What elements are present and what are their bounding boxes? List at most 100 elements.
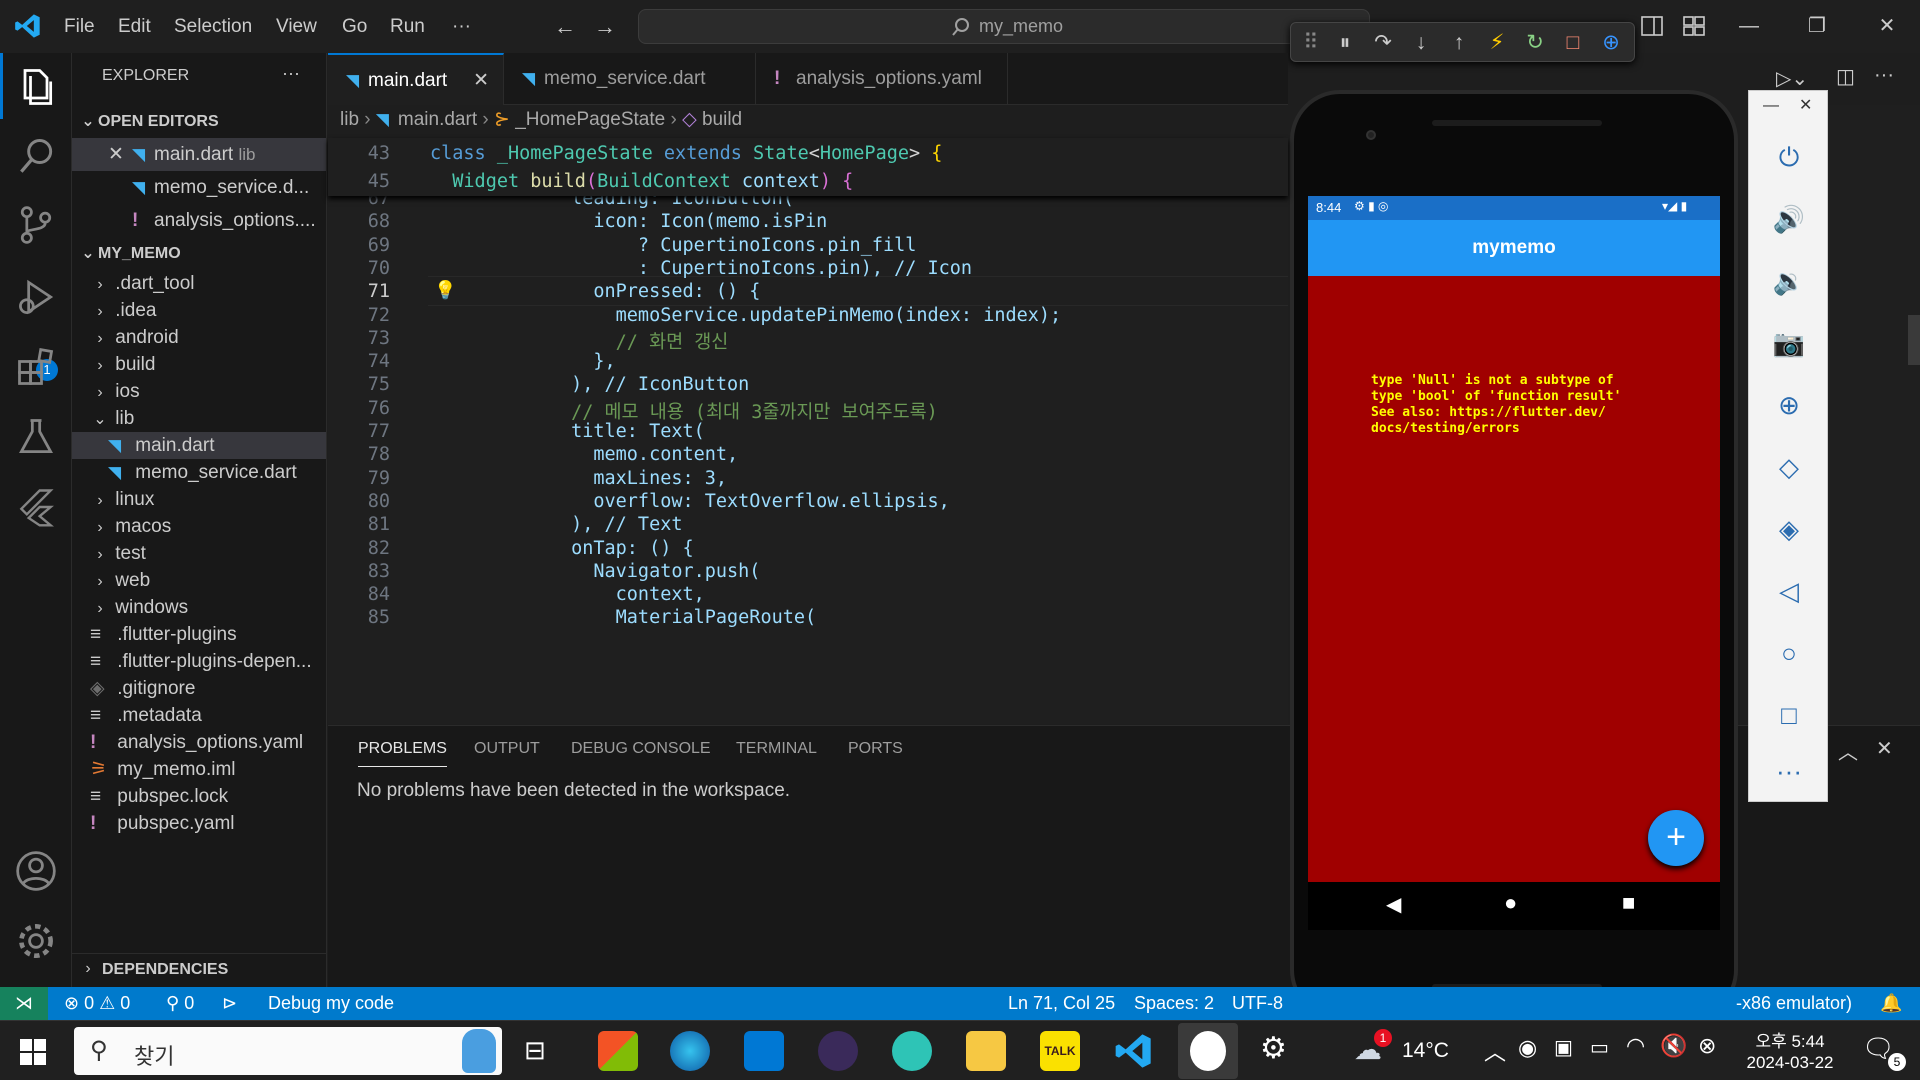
indentation[interactable]: Spaces: 2 [1134, 987, 1214, 1020]
lightbulb-icon[interactable]: 💡 [434, 280, 456, 301]
tray-device-icon[interactable]: ▣ [1554, 1035, 1573, 1060]
tab-main-dart[interactable]: ◥ main.dart ✕ [328, 53, 504, 105]
command-center-search[interactable]: my_memo [638, 9, 1370, 44]
emulator-taskbar-active[interactable] [1178, 1023, 1238, 1079]
tree-file[interactable]: ≡ .flutter-plugins-depen... [72, 648, 326, 675]
forward-arrow-icon[interactable]: → [594, 0, 616, 53]
show-hidden-icons[interactable]: ︿ [1484, 1035, 1506, 1067]
tray-record-icon[interactable]: ◉ [1518, 1035, 1537, 1061]
explorer-icon[interactable] [14, 65, 58, 109]
nav-recents-icon[interactable]: ■ [1622, 890, 1635, 916]
close-tab-icon[interactable]: ✕ [473, 55, 489, 107]
tree-folder[interactable]: › test [72, 540, 326, 567]
emulator-minimize-icon[interactable]: — [1763, 97, 1779, 115]
power-icon[interactable]: ⏻ [1769, 137, 1809, 177]
tab-debug-console[interactable]: DEBUG CONSOLE [571, 740, 711, 758]
account-icon[interactable] [14, 849, 58, 893]
step-into-icon[interactable]: ↓ [1407, 29, 1435, 57]
rotate-left-icon[interactable]: ◇ [1769, 447, 1809, 487]
open-editors-header[interactable]: ⌄ OPEN EDITORS [72, 105, 326, 138]
hot-reload-icon[interactable]: ⚡ [1483, 29, 1511, 57]
tab-memo-service[interactable]: ◥ memo_service.dart [504, 53, 756, 105]
tree-folder[interactable]: ⌄ lib [72, 405, 326, 432]
cursor-position[interactable]: Ln 71, Col 25 [1008, 987, 1115, 1020]
vscode-taskbar-icon[interactable] [1114, 1031, 1154, 1071]
tree-folder[interactable]: › linux [72, 486, 326, 513]
tab-analysis-options[interactable]: ! analysis_options.yaml [756, 53, 1008, 105]
app-icon[interactable] [892, 1031, 932, 1071]
tree-folder[interactable]: › macos [72, 513, 326, 540]
minimize-button[interactable]: — [1714, 0, 1784, 53]
volume-down-icon[interactable]: 🔉 [1769, 261, 1809, 301]
device-selector[interactable]: -x86 emulator) [1736, 987, 1852, 1020]
menu-view[interactable]: View [276, 0, 317, 53]
errors-indicator[interactable]: ⊗ 0 ⚠ 0 [64, 987, 130, 1020]
back-triangle-icon[interactable]: ◁ [1769, 571, 1809, 611]
tab-output[interactable]: OUTPUT [474, 740, 540, 758]
tree-folder[interactable]: › build [72, 351, 326, 378]
sticky-scroll[interactable]: 43 class _HomePageState extends State<Ho… [328, 138, 1288, 196]
run-debug-icon[interactable] [14, 275, 58, 319]
menu-run[interactable]: Run [390, 0, 425, 53]
snipping-tool-icon[interactable] [818, 1031, 858, 1071]
tray-close-icon[interactable]: ⊗ [1698, 1033, 1716, 1059]
flutter-icon[interactable] [14, 485, 58, 529]
step-out-icon[interactable]: ↑ [1445, 29, 1473, 57]
tree-folder[interactable]: › web [72, 567, 326, 594]
customize-layout-icon[interactable] [1682, 14, 1706, 38]
tree-file[interactable]: ≡ pubspec.lock [72, 783, 326, 810]
testing-icon[interactable] [14, 415, 58, 459]
breadcrumb-file[interactable]: main.dart [398, 109, 477, 130]
restore-button[interactable]: ❐ [1782, 0, 1852, 53]
tree-folder[interactable]: › .idea [72, 297, 326, 324]
tab-problems[interactable]: PROBLEMS [358, 740, 447, 767]
code-editor[interactable]: 💡 67 leading: IconButton(68 icon: Icon(m… [328, 196, 1288, 724]
tree-file[interactable]: ≡ .metadata [72, 702, 326, 729]
windows-start-icon[interactable] [20, 1039, 46, 1065]
tab-terminal[interactable]: TERMINAL [736, 740, 817, 758]
volume-up-icon[interactable]: 🔊 [1769, 199, 1809, 239]
settings-gear-icon[interactable]: ⚙ [1260, 1031, 1287, 1066]
source-control-icon[interactable] [14, 203, 58, 247]
close-window-button[interactable]: ✕ [1852, 0, 1920, 53]
run-flutter-icon[interactable]: ▷⌄ [1776, 66, 1808, 91]
tree-folder[interactable]: › android [72, 324, 326, 351]
zoom-icon[interactable]: ⊕ [1769, 385, 1809, 425]
wifi-icon[interactable]: ◠ [1626, 1033, 1645, 1059]
tree-file[interactable]: ◈ .gitignore [72, 675, 326, 702]
volume-muted-icon[interactable]: 🔇 [1660, 1033, 1687, 1059]
tab-ports[interactable]: PORTS [848, 740, 903, 758]
restart-icon[interactable]: ↻ [1521, 29, 1549, 57]
tree-file[interactable]: ◥ main.dart [72, 432, 326, 459]
nav-back-icon[interactable]: ◀ [1386, 892, 1401, 917]
explorer-more-icon[interactable]: ··· [282, 63, 300, 84]
dependencies-section[interactable]: › DEPENDENCIES [72, 953, 326, 987]
emulator-close-icon[interactable]: ✕ [1799, 95, 1812, 115]
taskbar-search-box[interactable]: ⚲ 찾기 [74, 1027, 502, 1075]
file-explorer-icon[interactable] [966, 1031, 1006, 1071]
more-options-icon[interactable]: ··· [1769, 751, 1809, 791]
breadcrumb-class[interactable]: _HomePageState [515, 109, 665, 130]
nav-home-icon[interactable]: ● [1504, 890, 1517, 916]
ports-indicator[interactable]: ⚲ 0 [166, 987, 194, 1020]
toggle-sidebar-icon[interactable] [1640, 14, 1664, 38]
pause-icon[interactable]: ⏸ [1331, 29, 1359, 57]
emulator-screen[interactable] [1308, 196, 1720, 882]
settings-gear-icon[interactable] [14, 919, 58, 963]
devtools-icon[interactable]: ⊕ [1597, 29, 1625, 57]
tree-folder[interactable]: › windows [72, 594, 326, 621]
mail-icon[interactable] [744, 1031, 784, 1071]
search-icon[interactable] [14, 135, 58, 179]
menu-go[interactable]: Go [342, 0, 367, 53]
edge-browser-icon[interactable] [670, 1031, 710, 1071]
scrollbar-thumb[interactable] [1908, 315, 1920, 365]
minimap[interactable] [1828, 105, 1920, 725]
notifications-bell-icon[interactable]: 🔔 [1880, 987, 1902, 1020]
stop-icon[interactable]: □ [1559, 29, 1587, 57]
open-editor-item[interactable]: ! analysis_options.... [72, 204, 326, 237]
clock-date[interactable]: 2024-03-22 [1736, 1053, 1844, 1073]
close-icon[interactable]: ✕ [108, 138, 132, 171]
step-over-icon[interactable]: ↷ [1369, 29, 1397, 57]
debug-config[interactable]: Debug my code [268, 987, 394, 1020]
add-memo-fab[interactable]: + [1648, 810, 1704, 866]
